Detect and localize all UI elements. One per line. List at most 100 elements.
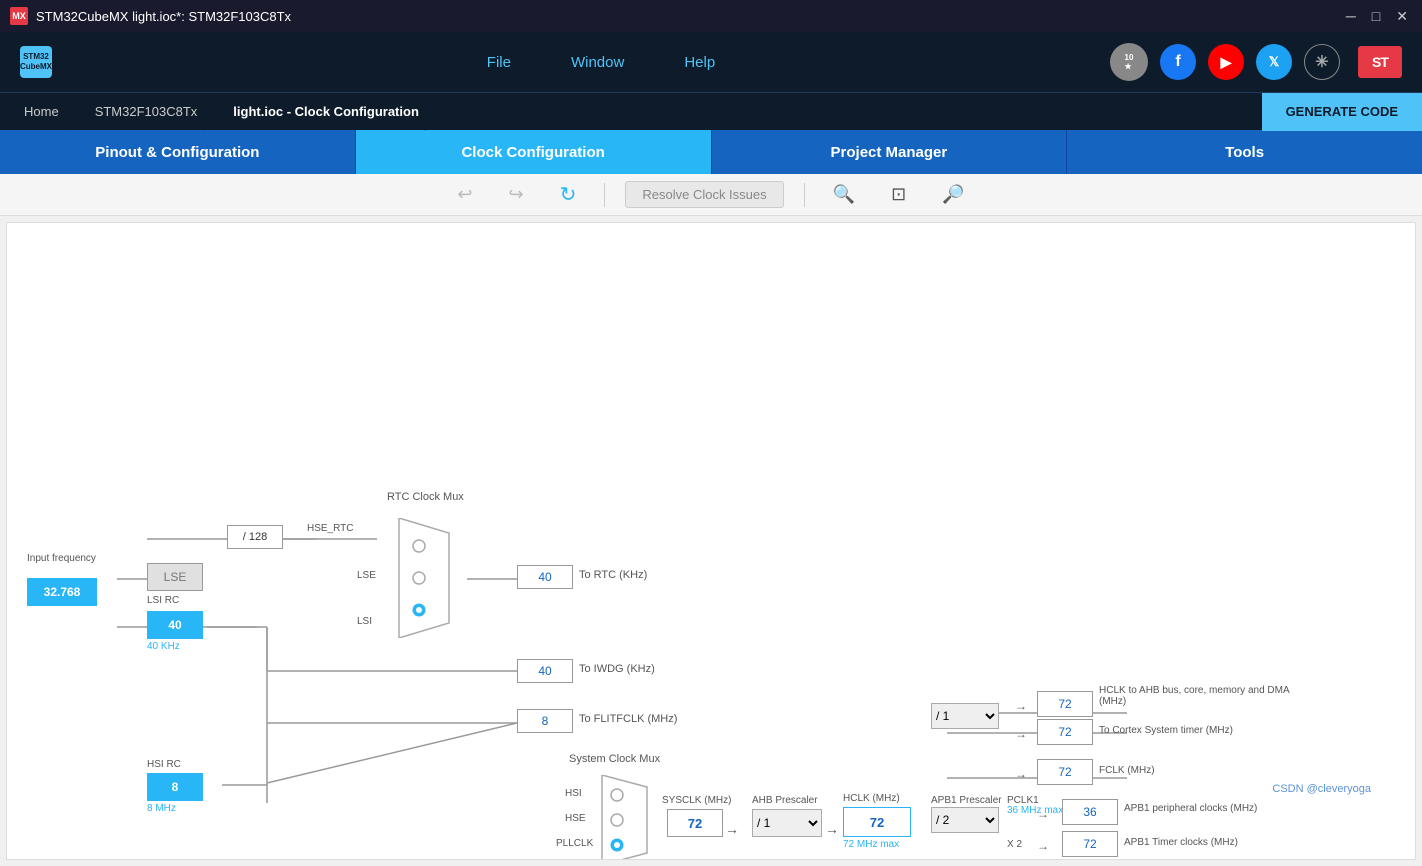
zoom-out-button[interactable]: 🔎	[934, 180, 972, 209]
apb1-x2-label: X 2	[1007, 839, 1022, 850]
resolve-clock-button[interactable]: Resolve Clock Issues	[625, 181, 783, 208]
pclk1-max: 36 MHz max	[1007, 805, 1063, 816]
rtc-mux-shape	[389, 518, 459, 638]
hsi-rc-label: HSI RC	[147, 759, 181, 770]
arrow-apb1-timer: →	[1037, 839, 1049, 853]
iwdg-to-label: To IWDG (KHz)	[579, 663, 655, 675]
hse-rtc-label: HSE_RTC	[307, 523, 354, 534]
main-tabs: Pinout & Configuration Clock Configurati…	[0, 130, 1422, 174]
minimize-button[interactable]: ─	[1342, 8, 1360, 25]
st-logo: ST	[1358, 46, 1402, 78]
menu-window[interactable]: Window	[571, 54, 624, 71]
arrow-apb1-peri: →	[1037, 807, 1049, 821]
breadcrumb-chip[interactable]: STM32F103C8Tx	[75, 93, 214, 131]
generate-code-button[interactable]: GENERATE CODE	[1262, 93, 1422, 131]
tab-clock[interactable]: Clock Configuration	[356, 130, 712, 174]
sysclk-val[interactable]: 72	[667, 809, 723, 837]
breadcrumb-config[interactable]: light.ioc - Clock Configuration	[213, 93, 435, 131]
apb1-prescaler-select[interactable]: / 2	[931, 807, 999, 833]
arrow-fclk: →	[1015, 767, 1027, 781]
diagram-area[interactable]: Input frequency 32.768 0-1000 KHz LSE LS…	[6, 222, 1416, 860]
rtc-to-label: To RTC (KHz)	[579, 569, 647, 581]
menu-help[interactable]: Help	[684, 54, 715, 71]
ahb-prescaler-select[interactable]: / 1	[752, 809, 822, 837]
breadcrumb: Home STM32F103C8Tx light.ioc - Clock Con…	[0, 92, 1422, 130]
arrow-ahb: →	[825, 821, 839, 837]
input-freq-label-1: Input frequency 32.768 0-1000 KHz	[27, 553, 97, 605]
menu-items: File Window Help	[92, 54, 1110, 71]
breadcrumb-home[interactable]: Home	[16, 93, 75, 131]
redo-button[interactable]: ↪	[501, 180, 532, 209]
content-area: Input frequency 32.768 0-1000 KHz LSE LS…	[0, 216, 1422, 866]
hsi-mhz: 8 MHz	[147, 803, 176, 814]
award-icon[interactable]: 10★	[1110, 43, 1148, 81]
lse-mux-label: LSE	[357, 570, 376, 581]
apb1-peri-val[interactable]: 36	[1062, 799, 1118, 825]
menu-file[interactable]: File	[487, 54, 511, 71]
arrow-sysclk: →	[725, 821, 739, 837]
apb1-peri-label: APB1 peripheral clocks (MHz)	[1124, 803, 1257, 814]
rtc-clock-mux-label: RTC Clock Mux	[387, 491, 464, 503]
cortex-timer-val[interactable]: 72	[1037, 719, 1093, 745]
twitter-icon[interactable]: 𝕏	[1256, 44, 1292, 80]
toolbar-separator2	[804, 183, 805, 207]
refresh-button[interactable]: ↻	[552, 178, 585, 211]
zoom-in-button[interactable]: 🔍	[825, 180, 863, 209]
app-logo: STM32 CubeMX	[20, 46, 52, 78]
tab-project[interactable]: Project Manager	[712, 130, 1068, 174]
diagram-container: Input frequency 32.768 0-1000 KHz LSE LS…	[7, 223, 1387, 803]
apb1-prescaler-label: APB1 Prescaler	[931, 795, 1002, 806]
iwdg-val[interactable]: 40	[517, 659, 573, 683]
flitfclk-to-label: To FLITFCLK (MHz)	[579, 713, 677, 725]
facebook-icon[interactable]: f	[1160, 44, 1196, 80]
maximize-button[interactable]: □	[1368, 8, 1384, 25]
lsi-mux-label: LSI	[357, 616, 372, 627]
sys-clock-mux-label: System Clock Mux	[569, 753, 660, 765]
arrow-hclk-ahb: →	[1015, 699, 1027, 713]
hclk-val[interactable]: 72	[843, 807, 911, 837]
apb1-timer-label: APB1 Timer clocks (MHz)	[1124, 837, 1238, 848]
lsi-khz: 40 KHz	[147, 641, 180, 652]
window-controls[interactable]: ─ □ ✕	[1342, 8, 1412, 25]
flitfclk-val[interactable]: 8	[517, 709, 573, 733]
fclk-val[interactable]: 72	[1037, 759, 1093, 785]
rtc-val[interactable]: 40	[517, 565, 573, 589]
arrow-cortex: →	[1015, 727, 1027, 741]
undo-button[interactable]: ↩	[449, 180, 480, 209]
hclk-max: 72 MHz max	[843, 839, 899, 850]
lsi-rc-label: LSI RC	[147, 595, 179, 606]
cortex-timer-label: To Cortex System timer (MHz)	[1099, 725, 1233, 736]
hclk-ahb-val[interactable]: 72	[1037, 691, 1093, 717]
toolbar-separator	[604, 183, 605, 207]
tab-pinout[interactable]: Pinout & Configuration	[0, 130, 356, 174]
close-button[interactable]: ✕	[1392, 8, 1412, 25]
hse-sys-mux-label: HSE	[565, 813, 586, 824]
ahb-prescaler-label: AHB Prescaler	[752, 795, 818, 806]
hsi-value[interactable]: 8	[147, 773, 203, 801]
window-title: STM32CubeMX light.ioc*: STM32F103C8Tx	[36, 9, 291, 24]
sys-mux-shape	[597, 775, 652, 860]
social-icons: 10★ f ▶ 𝕏 ✳ ST	[1110, 43, 1402, 81]
youtube-icon[interactable]: ▶	[1208, 44, 1244, 80]
menubar: STM32 CubeMX File Window Help 10★ f ▶ 𝕏 …	[0, 32, 1422, 92]
hclk-ahb-label: HCLK to AHB bus, core, memory and DMA (M…	[1099, 685, 1319, 707]
sysclk-label: SYSCLK (MHz)	[662, 795, 731, 806]
titlebar: MX STM32CubeMX light.ioc*: STM32F103C8Tx…	[0, 0, 1422, 32]
tab-tools[interactable]: Tools	[1067, 130, 1422, 174]
fit-button[interactable]: ⊡	[883, 180, 914, 209]
fclk-label: FCLK (MHz)	[1099, 765, 1155, 776]
div1-select[interactable]: / 1	[931, 703, 999, 729]
network-icon[interactable]: ✳	[1304, 44, 1340, 80]
hclk-label: HCLK (MHz)	[843, 793, 900, 804]
lsi-value[interactable]: 40	[147, 611, 203, 639]
apb1-timer-val[interactable]: 72	[1062, 831, 1118, 857]
pllclk-sys-mux-label: PLLCLK	[556, 838, 593, 849]
input-freq-value-1[interactable]: 32.768	[27, 578, 97, 606]
logo-area: STM32 CubeMX	[20, 46, 52, 78]
watermark: CSDN @cleveryoga	[1272, 783, 1371, 795]
toolbar: ↩ ↪ ↻ Resolve Clock Issues 🔍 ⊡ 🔎	[0, 174, 1422, 216]
diagram-svg	[7, 223, 1387, 803]
hse-div128[interactable]: / 128	[227, 525, 283, 549]
lse-box[interactable]: LSE	[147, 563, 203, 591]
app-icon: MX	[10, 7, 28, 25]
